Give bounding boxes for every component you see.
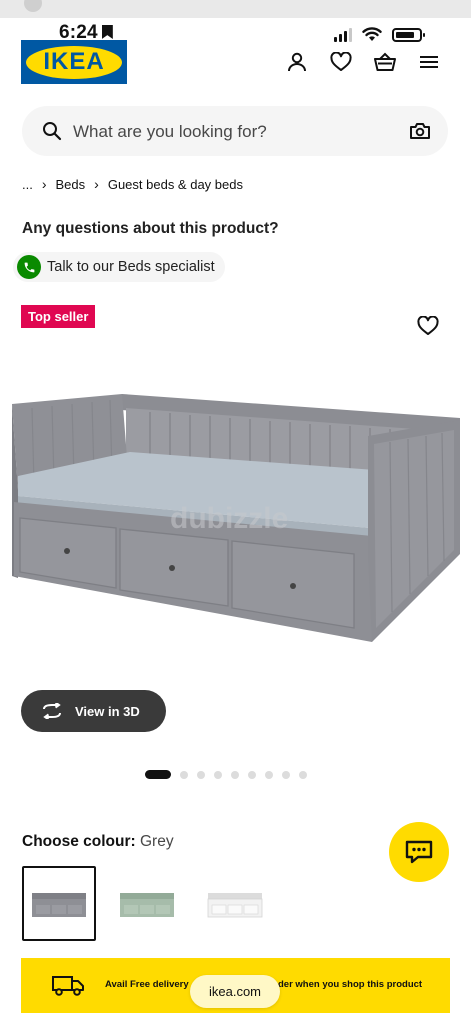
view-in-3d-button[interactable]: View in 3D <box>21 690 166 732</box>
wifi-icon <box>362 27 382 41</box>
user-icon <box>288 52 306 72</box>
promo-text-right: der when you shop this product <box>278 979 423 990</box>
colour-value: Grey <box>139 833 174 850</box>
breadcrumb-beds[interactable]: Beds <box>56 177 86 192</box>
url-text: ikea.com <box>208 984 262 999</box>
colour-swatches <box>22 866 272 941</box>
carousel-dot[interactable] <box>282 770 290 779</box>
questions-heading: Any questions about this product? <box>22 220 279 237</box>
breadcrumb-ellipsis[interactable]: ... <box>22 177 33 192</box>
swatch-white[interactable] <box>198 866 272 941</box>
specialist-label: Talk to our Beds specialist <box>47 259 215 275</box>
rotate-3d-icon <box>43 703 61 719</box>
colour-label: Choose colour: <box>22 833 136 850</box>
top-seller-badge: Top seller <box>21 305 96 328</box>
header-actions <box>285 48 441 76</box>
daybed-thumbnail-green <box>120 892 174 917</box>
carousel-dot[interactable] <box>214 770 222 779</box>
carousel-dot[interactable] <box>299 770 307 779</box>
hamburger-menu-icon <box>420 56 438 68</box>
camera-search-icon[interactable] <box>409 121 431 141</box>
logo-text: IKEA <box>43 48 105 75</box>
carousel-dot[interactable] <box>248 770 256 779</box>
chevron-right-icon: › <box>41 176 47 192</box>
browser-top-strip <box>0 0 471 18</box>
watermark-text: dubizzle <box>170 502 288 535</box>
cart-button[interactable] <box>373 48 397 76</box>
menu-button[interactable] <box>417 48 441 76</box>
strip-icon <box>24 0 42 12</box>
status-bar-icons <box>334 26 425 42</box>
browser-url-bar[interactable]: ikea.com <box>190 975 280 1008</box>
cellular-signal-icon <box>334 28 352 42</box>
view-in-3d-label: View in 3D <box>75 703 140 719</box>
search-bar[interactable]: What are you looking for? <box>22 106 448 156</box>
ikea-logo[interactable]: IKEA <box>21 40 127 84</box>
wishlist-button[interactable] <box>329 48 353 76</box>
image-carousel-indicator <box>145 770 307 779</box>
daybed-thumbnail-white <box>207 892 263 917</box>
swatch-grey[interactable] <box>22 866 96 941</box>
account-button[interactable] <box>285 48 309 76</box>
promo-text-left: Avail Free delivery <box>105 979 189 990</box>
carousel-dot[interactable] <box>180 770 188 779</box>
bookmark-icon <box>101 25 113 39</box>
battery-icon <box>392 28 425 42</box>
phone-icon <box>17 255 41 279</box>
search-icon <box>43 122 62 141</box>
carousel-dot-active[interactable] <box>145 770 171 779</box>
breadcrumb: ... › Beds › Guest beds & day beds <box>22 176 243 192</box>
product-image[interactable]: dubizzle <box>10 380 462 650</box>
search-placeholder[interactable]: What are you looking for? <box>73 122 267 142</box>
chevron-right-icon: › <box>94 176 99 192</box>
carousel-dot[interactable] <box>265 770 273 779</box>
chat-button[interactable] <box>389 822 449 882</box>
shopping-basket-icon <box>374 52 396 71</box>
heart-icon <box>330 52 352 71</box>
choose-colour-heading: Choose colour: Grey <box>22 833 174 851</box>
breadcrumb-guest-beds[interactable]: Guest beds & day beds <box>108 177 243 192</box>
heart-icon[interactable] <box>417 316 439 336</box>
carousel-dot[interactable] <box>231 770 239 779</box>
delivery-truck-icon <box>52 976 84 996</box>
talk-to-specialist-button[interactable]: Talk to our Beds specialist <box>13 252 225 282</box>
carousel-dot[interactable] <box>197 770 205 779</box>
chat-icon <box>405 840 433 864</box>
swatch-grey-green[interactable] <box>110 866 184 941</box>
daybed-thumbnail-grey <box>32 892 86 917</box>
